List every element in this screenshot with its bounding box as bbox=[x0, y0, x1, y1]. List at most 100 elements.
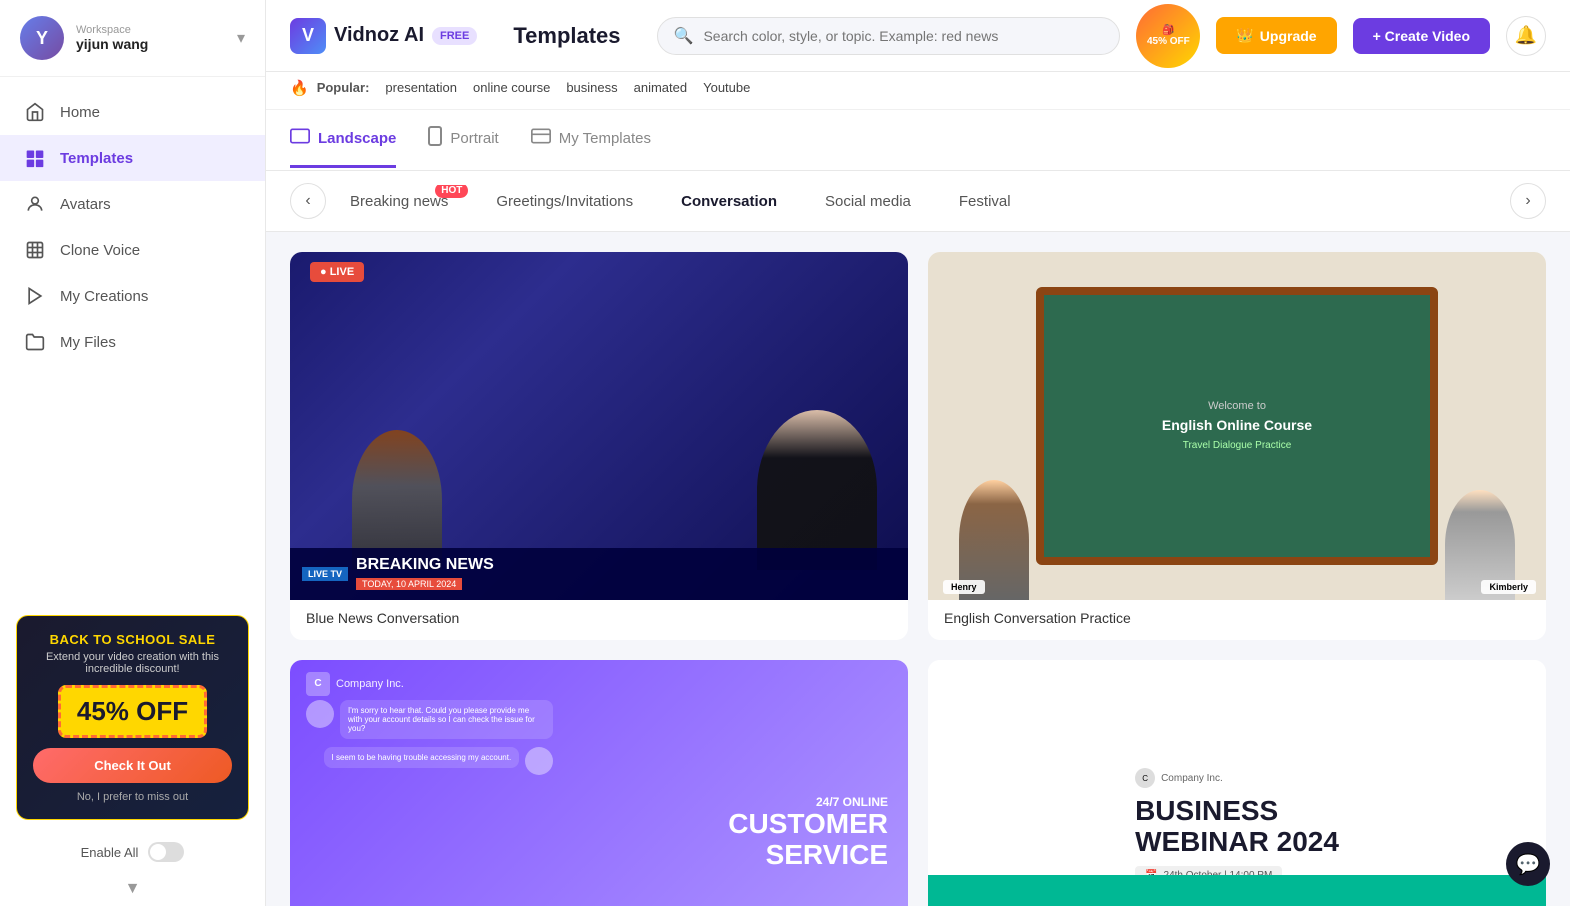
fire-icon: 🔥 bbox=[290, 79, 309, 97]
conversation-label: Conversation bbox=[681, 193, 777, 210]
chat-icon: 💬 bbox=[1516, 852, 1541, 877]
portrait-tab-icon bbox=[428, 126, 442, 151]
search-bar: 🔍 bbox=[657, 17, 1121, 55]
promo-emoji: 🎒 bbox=[1162, 25, 1174, 36]
greetings-label: Greetings/Invitations bbox=[496, 193, 633, 210]
popular-tag-animated[interactable]: animated bbox=[630, 78, 691, 97]
tab-my-templates-label: My Templates bbox=[559, 130, 651, 147]
enable-all-row: Enable All bbox=[0, 832, 265, 872]
name-badge-henry: Henry bbox=[943, 580, 985, 594]
promo-percent: 45% OFF bbox=[1147, 36, 1190, 47]
tab-landscape[interactable]: Landscape bbox=[290, 112, 396, 168]
category-breaking-news[interactable]: Breaking news HOT bbox=[326, 185, 472, 218]
sidebar-item-avatars[interactable]: Avatars bbox=[0, 181, 265, 227]
avatar: Y bbox=[20, 16, 64, 60]
workspace-info: Workspace yijun wang bbox=[76, 24, 237, 52]
template-thumb-english: Welcome to English Online Course Travel … bbox=[928, 252, 1546, 600]
free-badge: FREE bbox=[432, 27, 477, 45]
sidebar-item-clone-voice[interactable]: Clone Voice bbox=[0, 227, 265, 273]
my-creations-icon bbox=[24, 285, 46, 307]
logo-icon: V bbox=[290, 18, 326, 54]
sidebar-item-templates[interactable]: Templates bbox=[0, 135, 265, 181]
hot-badge: HOT bbox=[435, 185, 468, 198]
templates-grid: ● LIVE LIVE TV BREAKING N bbox=[266, 232, 1570, 906]
template-card-customer-service[interactable]: C Company Inc. I'm sorry to hear that. C… bbox=[290, 660, 908, 906]
sidebar-item-templates-label: Templates bbox=[60, 150, 133, 167]
category-social-media[interactable]: Social media bbox=[801, 185, 935, 218]
sale-badge: 45% OFF bbox=[58, 685, 207, 738]
notification-button[interactable]: 🔔 bbox=[1506, 16, 1546, 56]
my-templates-tab-icon bbox=[531, 128, 551, 149]
popular-tag-youtube[interactable]: Youtube bbox=[699, 78, 754, 97]
sidebar-collapse-button[interactable]: ▼ bbox=[0, 872, 265, 906]
sidebar-item-avatars-label: Avatars bbox=[60, 196, 111, 213]
blackboard: Welcome to English Online Course Travel … bbox=[1036, 287, 1438, 565]
clone-voice-icon bbox=[24, 239, 46, 261]
sale-skip-label[interactable]: No, I prefer to miss out bbox=[33, 791, 232, 803]
template-card-english-conv[interactable]: Welcome to English Online Course Travel … bbox=[928, 252, 1546, 640]
logo-text: Vidnoz AI bbox=[334, 24, 424, 47]
workspace-selector[interactable]: Y Workspace yijun wang ▾ bbox=[0, 0, 265, 77]
sale-title: BACK TO SCHOOL SALE bbox=[33, 632, 232, 647]
template-thumb-blue-news: ● LIVE LIVE TV BREAKING N bbox=[290, 252, 908, 600]
main-content: V Vidnoz AI FREE Templates 🔍 🎒 45% OFF 👑… bbox=[266, 0, 1570, 906]
tab-portrait[interactable]: Portrait bbox=[428, 110, 498, 170]
template-label-english-conv: English Conversation Practice bbox=[928, 600, 1546, 640]
category-conversation[interactable]: Conversation bbox=[657, 185, 801, 218]
sidebar-item-home[interactable]: Home bbox=[0, 89, 265, 135]
popular-tag-presentation[interactable]: presentation bbox=[381, 78, 461, 97]
templates-icon bbox=[24, 147, 46, 169]
cs-title: 24/7 ONLINE CUSTOMERSERVICE bbox=[728, 796, 888, 872]
sidebar: Y Workspace yijun wang ▾ Home Templates … bbox=[0, 0, 266, 906]
search-input[interactable] bbox=[703, 28, 1103, 44]
chevron-down-icon: ▾ bbox=[237, 28, 245, 48]
tab-landscape-label: Landscape bbox=[318, 130, 396, 147]
sale-card: BACK TO SCHOOL SALE Extend your video cr… bbox=[16, 615, 249, 820]
sidebar-item-my-creations[interactable]: My Creations bbox=[0, 273, 265, 319]
tabs-row: Landscape Portrait My Templates bbox=[266, 110, 1570, 171]
content-area: ● LIVE LIVE TV BREAKING N bbox=[266, 232, 1570, 906]
upgrade-label: Upgrade bbox=[1260, 28, 1317, 44]
promo-badge[interactable]: 🎒 45% OFF bbox=[1136, 4, 1200, 68]
home-icon bbox=[24, 101, 46, 123]
template-card-business-webinar[interactable]: C Company Inc. BUSINESSWEBINAR 2024 📅 24… bbox=[928, 660, 1546, 906]
sale-desc: Extend your video creation with this inc… bbox=[33, 651, 232, 675]
enable-all-label: Enable All bbox=[81, 845, 139, 860]
festival-label: Festival bbox=[959, 193, 1011, 210]
template-card-blue-news[interactable]: ● LIVE LIVE TV BREAKING N bbox=[290, 252, 908, 640]
category-prev-button[interactable]: ‹ bbox=[290, 183, 326, 219]
chat-button[interactable]: 💬 bbox=[1506, 842, 1550, 886]
category-next-button[interactable]: › bbox=[1510, 183, 1546, 219]
workspace-label: Workspace bbox=[76, 24, 237, 36]
upgrade-icon: 👑 bbox=[1236, 27, 1253, 44]
template-label-blue-news: Blue News Conversation bbox=[290, 600, 908, 640]
template-thumb-webinar: C Company Inc. BUSINESSWEBINAR 2024 📅 24… bbox=[928, 660, 1546, 906]
social-media-label: Social media bbox=[825, 193, 911, 210]
category-festival[interactable]: Festival bbox=[935, 185, 1035, 218]
tab-my-templates[interactable]: My Templates bbox=[531, 112, 651, 168]
popular-label: Popular: bbox=[317, 80, 370, 95]
check-it-out-button[interactable]: Check It Out bbox=[33, 748, 232, 783]
sidebar-item-my-files-label: My Files bbox=[60, 334, 116, 351]
create-video-button[interactable]: + Create Video bbox=[1353, 18, 1490, 54]
workspace-name: yijun wang bbox=[76, 36, 237, 52]
popular-tag-online-course[interactable]: online course bbox=[469, 78, 554, 97]
avatars-icon bbox=[24, 193, 46, 215]
popular-row: 🔥 Popular: presentation online course bu… bbox=[266, 72, 1570, 110]
enable-all-toggle[interactable] bbox=[148, 842, 184, 862]
category-greetings[interactable]: Greetings/Invitations bbox=[472, 185, 657, 218]
sidebar-nav: Home Templates Avatars Clone Voice My Cr… bbox=[0, 77, 265, 603]
page-title: Templates bbox=[513, 23, 620, 49]
sidebar-item-home-label: Home bbox=[60, 104, 100, 121]
category-items: Breaking news HOT Greetings/Invitations … bbox=[326, 185, 1510, 218]
tab-portrait-label: Portrait bbox=[450, 130, 498, 147]
upgrade-button[interactable]: 👑 Upgrade bbox=[1216, 17, 1336, 54]
template-thumb-customer: C Company Inc. I'm sorry to hear that. C… bbox=[290, 660, 908, 906]
search-icon: 🔍 bbox=[674, 26, 694, 46]
sidebar-item-my-files[interactable]: My Files bbox=[0, 319, 265, 365]
breaking-news-label: Breaking news bbox=[350, 193, 448, 210]
sidebar-item-my-creations-label: My Creations bbox=[60, 288, 148, 305]
my-files-icon bbox=[24, 331, 46, 353]
popular-tag-business[interactable]: business bbox=[562, 78, 621, 97]
header: V Vidnoz AI FREE Templates 🔍 🎒 45% OFF 👑… bbox=[266, 0, 1570, 72]
